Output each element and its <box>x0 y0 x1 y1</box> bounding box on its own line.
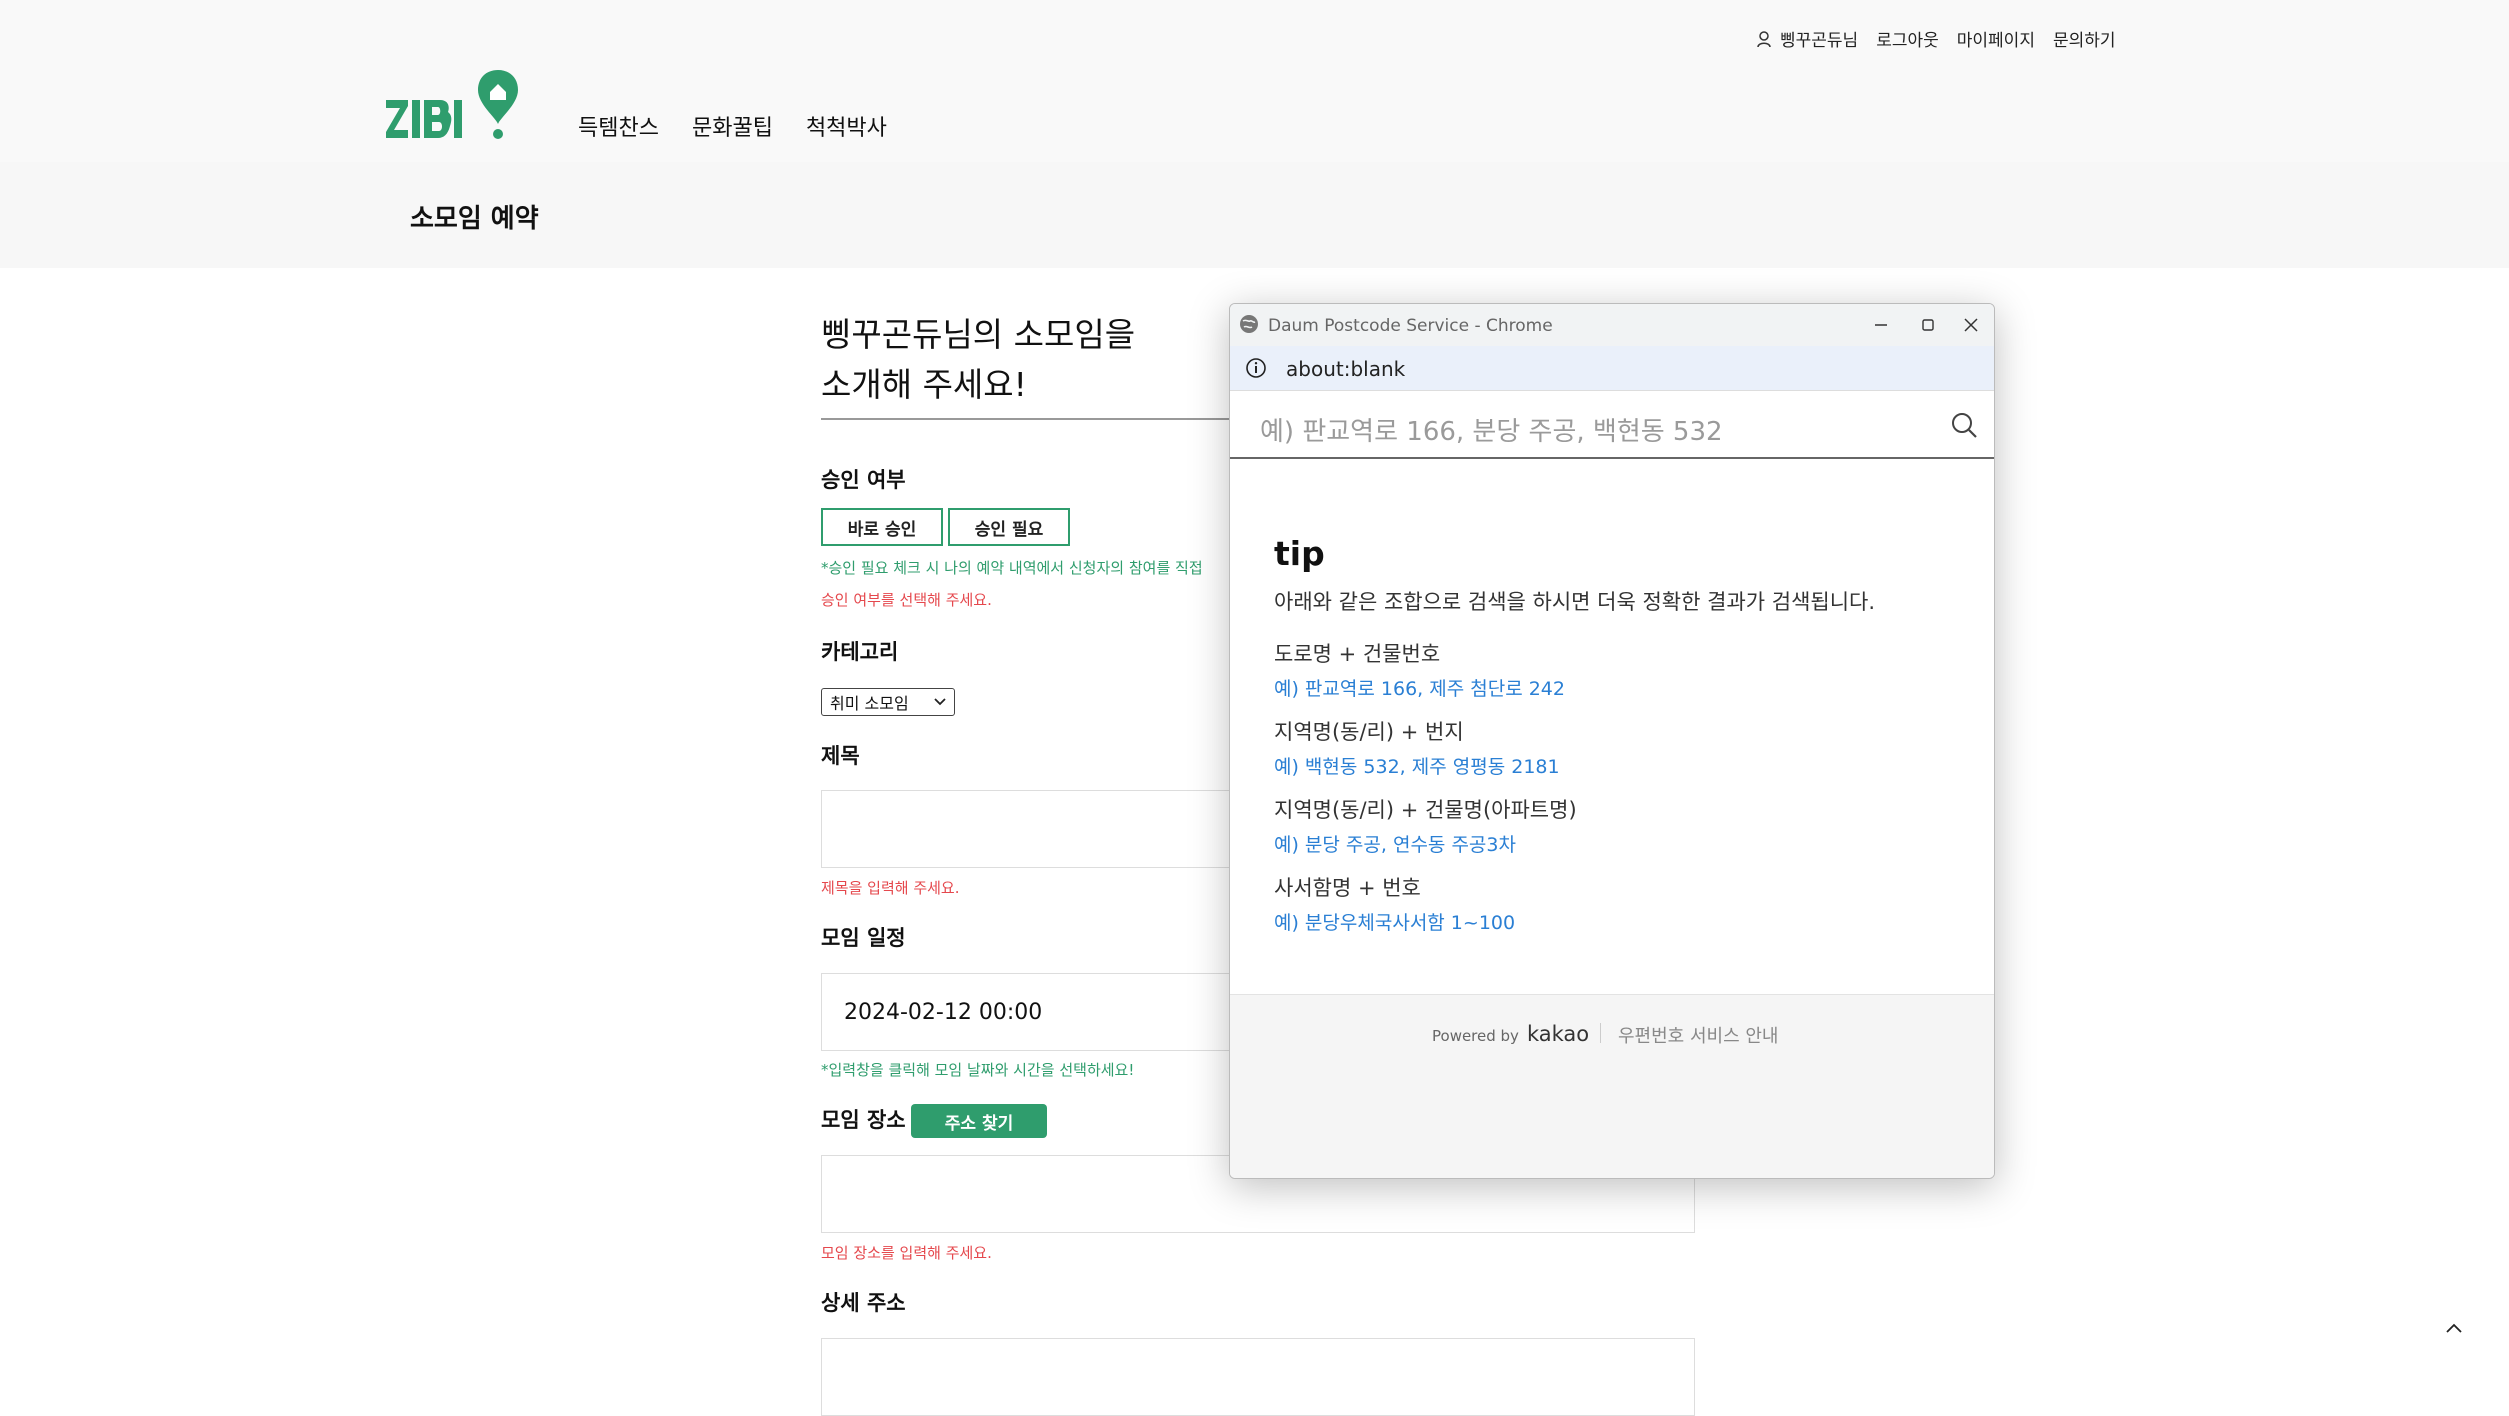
logout-link[interactable]: 로그아웃 <box>1876 26 1939 51</box>
powered-by: Powered by kakao <box>1432 1022 1589 1046</box>
window-titlebar[interactable]: Daum Postcode Service - Chrome <box>1230 304 1994 346</box>
intro-line-2: 소개해 주세요! <box>821 365 1027 404</box>
search-icon[interactable] <box>1950 411 1978 439</box>
intro-line-1: 삥꾸곤듀님의 소모임을 <box>821 315 1136 354</box>
place-label: 모임 장소 <box>821 1108 906 1132</box>
nav-item-culture[interactable]: 문화꿀팁 <box>692 110 773 142</box>
title-error: 제목을 입력해 주세요. <box>821 879 960 897</box>
nav-item-deals[interactable]: 득템찬스 <box>578 110 659 142</box>
page-title: 소모임 예약 <box>410 204 539 234</box>
example-title: 사서함명 + 번호 <box>1274 876 1421 900</box>
user-name: 삥꾸곤듀님 <box>1780 31 1859 51</box>
example-value: 예) 판교역로 166, 제주 첨단로 242 <box>1274 678 1565 700</box>
scroll-top-button[interactable] <box>2432 1306 2476 1350</box>
kakao-logo[interactable]: kakao <box>1527 1022 1589 1046</box>
category-label: 카테고리 <box>821 640 899 664</box>
example-title: 지역명(동/리) + 건물명(아파트명) <box>1274 798 1577 822</box>
minimize-button[interactable] <box>1866 310 1896 340</box>
detail-address-label: 상세 주소 <box>821 1291 906 1315</box>
inquiry-link[interactable]: 문의하기 <box>2053 26 2116 51</box>
chevron-down-icon <box>934 698 946 706</box>
approval-required-button[interactable]: 승인 필요 <box>948 508 1070 546</box>
approval-label: 승인 여부 <box>821 468 906 492</box>
info-icon[interactable] <box>1244 356 1268 380</box>
instant-approval-button[interactable]: 바로 승인 <box>821 508 943 546</box>
close-icon <box>1964 318 1978 332</box>
example-value: 예) 분당 주공, 연수동 주공3차 <box>1274 834 1516 856</box>
minimize-icon <box>1875 324 1887 326</box>
example-title: 도로명 + 건물번호 <box>1274 642 1441 666</box>
title-label: 제목 <box>821 744 860 768</box>
category-select[interactable]: 취미 소모임 <box>821 688 955 716</box>
address-bar[interactable]: about:blank <box>1230 346 1994 391</box>
postcode-popup-window: Daum Postcode Service - Chrome about:bla… <box>1229 303 1995 1179</box>
schedule-hint: *입력창을 클릭해 모임 날짜와 시간을 선택하세요! <box>821 1061 1135 1079</box>
schedule-label: 모임 일정 <box>821 926 906 950</box>
find-address-button[interactable]: 주소 찾기 <box>911 1104 1047 1138</box>
search-placeholder: 예) 판교역로 166, 분당 주공, 백현동 532 <box>1260 417 1723 447</box>
chevron-up-icon <box>2446 1323 2462 1333</box>
maximize-icon <box>1922 319 1934 331</box>
utility-menu: 삥꾸곤듀님 로그아웃 마이페이지 문의하기 <box>1756 26 2116 51</box>
example-value: 예) 분당우체국사서함 1~100 <box>1274 912 1516 934</box>
main-nav: 득템찬스 문화꿀팁 척척박사 <box>578 110 887 142</box>
maximize-button[interactable] <box>1913 310 1943 340</box>
site-header: 삥꾸곤듀님 로그아웃 마이페이지 문의하기 득템찬스 문화꿀팁 척척박사 <box>0 0 2509 162</box>
place-error: 모임 장소를 입력해 주세요. <box>821 1244 992 1262</box>
close-button[interactable] <box>1956 310 1986 340</box>
zibi-logo[interactable] <box>386 70 518 142</box>
url-text: about:blank <box>1286 357 1406 381</box>
footer-divider <box>1600 1023 1601 1043</box>
user-icon <box>1757 30 1771 47</box>
mypage-link[interactable]: 마이페이지 <box>1957 26 2035 51</box>
form-intro: 삥꾸곤듀님의 소모임을 소개해 주세요! <box>821 310 1135 410</box>
service-info-link[interactable]: 우편번호 서비스 안내 <box>1618 1022 1778 1048</box>
nav-item-qa[interactable]: 척척박사 <box>806 110 887 142</box>
approval-error: 승인 여부를 선택해 주세요. <box>821 591 992 609</box>
tip-description: 아래와 같은 조합으로 검색을 하시면 더욱 정확한 결과가 검색됩니다. <box>1274 590 1876 614</box>
page-title-bar: 소모임 예약 <box>0 162 2509 268</box>
powered-by-label: Powered by <box>1432 1027 1519 1045</box>
category-selected: 취미 소모임 <box>830 694 909 713</box>
window-title: Daum Postcode Service - Chrome <box>1268 316 1553 336</box>
globe-icon <box>1240 315 1258 333</box>
approval-hint: *승인 필요 체크 시 나의 예약 내역에서 신청자의 참여를 직접 <box>821 559 1203 577</box>
example-title: 지역명(동/리) + 번지 <box>1274 720 1464 744</box>
divider <box>821 418 1241 420</box>
detail-address-input[interactable] <box>821 1338 1695 1416</box>
example-value: 예) 백현동 532, 제주 영평동 2181 <box>1274 756 1560 778</box>
user-menu[interactable]: 삥꾸곤듀님 <box>1756 26 1858 51</box>
postcode-search-box[interactable]: 예) 판교역로 166, 분당 주공, 백현동 532 <box>1230 391 1994 459</box>
tip-heading: tip <box>1274 534 1325 573</box>
popup-footer: Powered by kakao 우편번호 서비스 안내 <box>1230 994 1994 1178</box>
